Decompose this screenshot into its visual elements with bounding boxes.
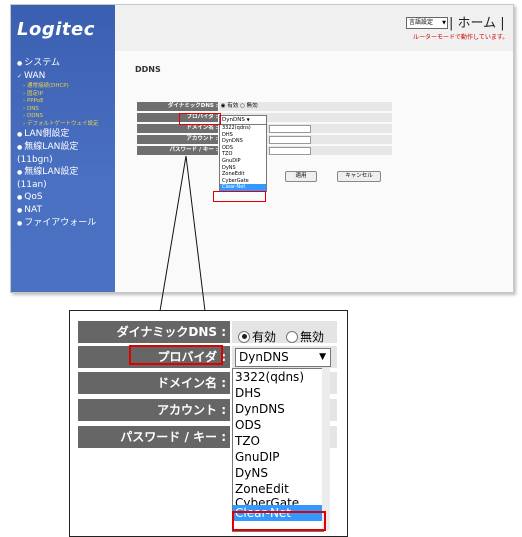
provider-option[interactable]: ZoneEdit bbox=[233, 481, 323, 497]
callout-line-right bbox=[185, 155, 206, 312]
provider-option[interactable]: 3322(qdns) bbox=[233, 369, 323, 385]
provider-option[interactable]: DynDNS bbox=[233, 401, 323, 417]
domain-label: ドメイン名 : bbox=[78, 372, 230, 394]
radio-on-icon bbox=[238, 330, 250, 343]
radio-disabled[interactable]: 無効 bbox=[286, 326, 324, 345]
provider-option[interactable]: GnuDIP bbox=[233, 449, 323, 465]
provider-select[interactable]: DynDNS ▼ bbox=[235, 348, 331, 367]
provider-option[interactable]: ODS bbox=[233, 417, 323, 433]
dynamic-dns-label: ダイナミックDNS : bbox=[78, 321, 230, 343]
provider-option[interactable]: TZO bbox=[233, 433, 323, 449]
password-label: パスワード / キー : bbox=[78, 426, 230, 448]
callout-line-left bbox=[159, 155, 187, 312]
provider-option[interactable]: DHS bbox=[233, 385, 323, 401]
dynamic-dns-field: 有効 無効 bbox=[232, 321, 337, 345]
zoom-panel: ダイナミックDNS : 有効 無効 プロバイダ : DynDNS ▼ ドメイン名 … bbox=[69, 310, 348, 537]
radio-off-icon bbox=[286, 330, 298, 343]
dropdown-scrollbar[interactable] bbox=[322, 368, 330, 530]
highlight-box-clear-net bbox=[232, 511, 326, 531]
highlight-box-provider-label bbox=[129, 345, 223, 365]
account-label: アカウント : bbox=[78, 399, 230, 421]
provider-field: DynDNS ▼ bbox=[232, 346, 337, 368]
provider-option[interactable]: DyNS bbox=[233, 465, 323, 481]
provider-option[interactable]: CyberGate bbox=[233, 497, 323, 505]
chevron-down-icon: ▼ bbox=[319, 352, 326, 362]
provider-dropdown-list: 3322(qdns) DHS DynDNS ODS TZO GnuDIP DyN… bbox=[232, 368, 324, 532]
radio-enabled[interactable]: 有効 bbox=[238, 326, 276, 345]
